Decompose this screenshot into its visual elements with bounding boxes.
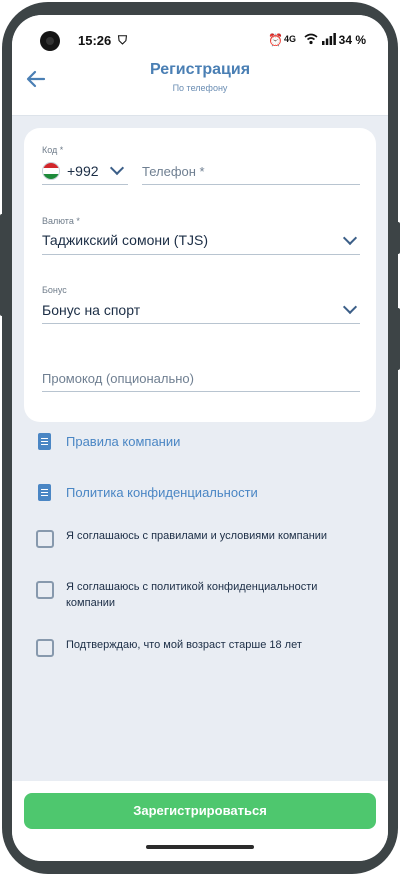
home-indicator[interactable] xyxy=(146,845,254,849)
chevron-down-icon xyxy=(342,299,358,315)
promo-code-input[interactable]: Промокод (опционально) xyxy=(42,371,194,386)
page-title: Регистрация xyxy=(149,61,251,78)
bottom-action-bar: Зарегистрироваться xyxy=(12,781,388,861)
bonus-underline xyxy=(42,323,360,324)
bonus-label: Бонус xyxy=(42,285,67,295)
status-time: 15:26 xyxy=(78,33,112,48)
phone-input[interactable]: Телефон * xyxy=(142,164,205,179)
promo-underline xyxy=(42,391,360,392)
country-code-value: +992 xyxy=(67,163,99,179)
company-rules-link[interactable]: Правила компании xyxy=(38,430,180,452)
registration-form-card: Код * +992 Телефон * Валюта * Таджикский… xyxy=(24,128,376,422)
code-label: Код * xyxy=(42,145,64,155)
volume-button xyxy=(0,214,5,316)
side-button-top xyxy=(395,222,400,254)
privacy-checkbox-row[interactable]: Я соглашаюсь с политикой конфиденциально… xyxy=(36,579,356,611)
terms-checkbox[interactable] xyxy=(36,530,54,548)
terms-checkbox-row[interactable]: Я соглашаюсь с правилами и условиями ком… xyxy=(36,528,356,548)
privacy-checkbox[interactable] xyxy=(36,581,54,599)
terms-checkbox-label: Я соглашаюсь с правилами и условиями ком… xyxy=(66,530,328,542)
age-checkbox-label: Подтверждаю, что мой возраст старше 18 л… xyxy=(66,639,302,651)
bonus-select[interactable]: Бонус на спорт xyxy=(42,302,140,318)
power-button xyxy=(395,308,400,370)
network-type: 4G xyxy=(284,34,297,44)
chevron-down-icon xyxy=(342,230,358,246)
app-header: Регистрация По телефону xyxy=(12,51,388,116)
currency-select[interactable]: Таджикский сомони (TJS) xyxy=(42,232,208,248)
alarm-icon: ⏰ xyxy=(268,33,283,47)
currency-underline xyxy=(42,254,360,255)
wifi-icon xyxy=(304,33,318,48)
privacy-policy-label: Политика конфиденциальности xyxy=(66,484,258,500)
age-checkbox-row[interactable]: Подтверждаю, что мой возраст старше 18 л… xyxy=(36,637,356,657)
screen: 15:26 ⛉ ⏰ 4G 34 % Регистрация По телефон… xyxy=(12,15,388,861)
battery-level: 34 % xyxy=(338,33,366,47)
company-rules-label: Правила компании xyxy=(66,433,181,449)
register-button[interactable]: Зарегистрироваться xyxy=(24,793,376,829)
status-bar: 15:26 ⛉ ⏰ 4G 34 % xyxy=(12,15,388,51)
currency-label: Валюта * xyxy=(42,216,80,226)
document-icon xyxy=(38,432,51,450)
page-subtitle: По телефону xyxy=(172,83,228,93)
privacy-policy-link[interactable]: Политика конфиденциальности xyxy=(38,481,258,503)
age-checkbox[interactable] xyxy=(36,639,54,657)
signal-icon xyxy=(322,33,336,48)
privacy-checkbox-label: Я соглашаюсь с политикой конфиденциально… xyxy=(66,581,318,609)
document-icon xyxy=(38,483,51,501)
phone-underline xyxy=(142,184,360,185)
shield-icon: ⛉ xyxy=(118,33,128,47)
code-underline xyxy=(42,184,128,185)
front-camera xyxy=(40,31,60,51)
